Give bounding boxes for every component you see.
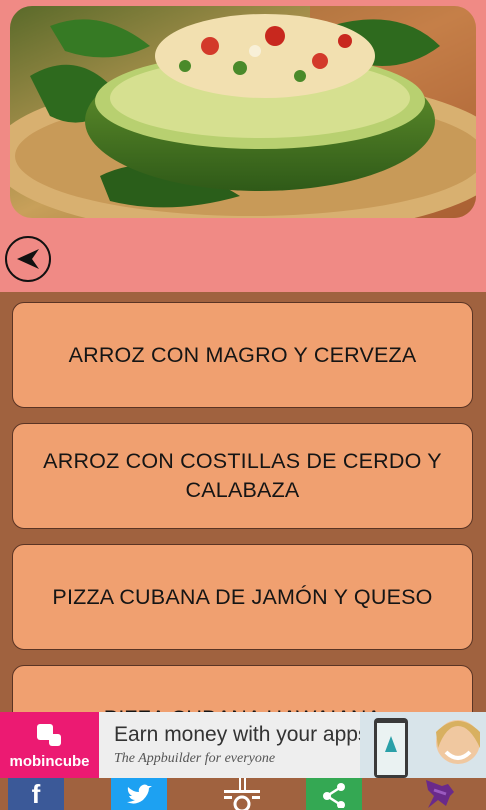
social-bar: f <box>0 778 486 810</box>
mobincube-mark-icon <box>37 724 61 746</box>
ad-brand: mobincube <box>9 753 90 770</box>
menu-button[interactable] <box>214 778 270 810</box>
ad-banner[interactable]: mobincube Earn money with your apps The … <box>0 712 486 778</box>
back-button[interactable] <box>5 236 51 282</box>
twitter-button[interactable] <box>111 778 167 810</box>
recipe-item[interactable]: PIZZA CUBANA DE JAMÓN Y QUESO <box>12 544 473 650</box>
recipe-item[interactable]: ARROZ CON COSTILLAS DE CERDO Y CALABAZA <box>12 423 473 529</box>
recipe-item[interactable]: PIZZA CUBANA HAWAIANA <box>12 665 473 712</box>
pin-icon <box>426 780 454 808</box>
facebook-button[interactable]: f <box>8 778 64 810</box>
pin-button[interactable] <box>412 778 468 810</box>
mobincube-logo: mobincube <box>0 712 99 778</box>
food-menu-icon <box>224 778 260 810</box>
share-button[interactable] <box>306 778 362 810</box>
twitter-icon <box>127 784 152 804</box>
facebook-icon: f <box>31 779 41 809</box>
header <box>0 0 486 292</box>
ad-image <box>360 712 486 778</box>
ad-title: Earn money with your apps <box>114 723 369 746</box>
recipe-list[interactable]: ARROZ CON MAGRO Y CERVEZA ARROZ CON COST… <box>0 292 486 712</box>
hero-image <box>10 6 476 218</box>
back-arrow-icon <box>17 249 39 269</box>
recipe-item[interactable]: ARROZ CON MAGRO Y CERVEZA <box>12 302 473 408</box>
share-icon <box>323 783 345 808</box>
ad-subtitle: The Appbuilder for everyone <box>114 751 276 766</box>
